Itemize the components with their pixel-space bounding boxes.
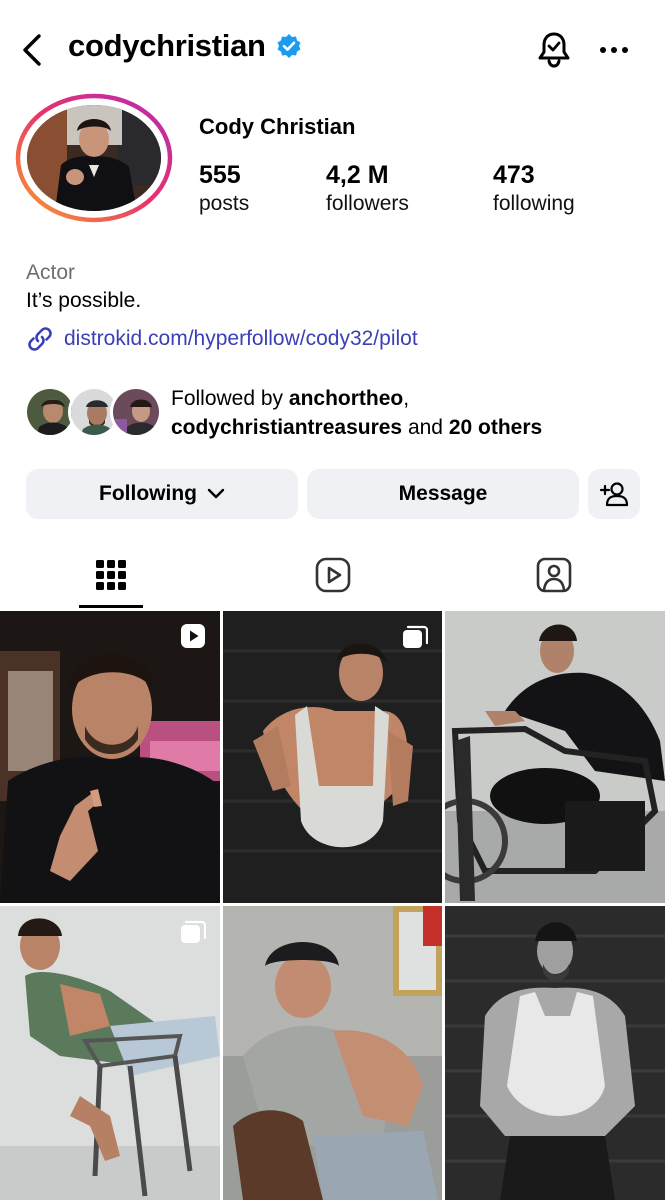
tab-posts-grid[interactable] <box>79 545 143 605</box>
active-tab-indicator <box>79 605 143 608</box>
notifications-button[interactable] <box>534 28 574 72</box>
posts-grid <box>0 611 665 1200</box>
following-button-label: Following <box>99 482 197 505</box>
posts-count: 555 <box>199 161 241 189</box>
profile-link[interactable]: distrokid.com/hyperfollow/cody32/pilot <box>26 325 418 353</box>
back-button[interactable] <box>16 30 48 70</box>
profile-avatar[interactable] <box>15 93 173 223</box>
carousel-icon <box>181 920 206 943</box>
mutual-others[interactable]: 20 others <box>449 416 542 439</box>
tagged-icon <box>536 557 572 593</box>
chevron-down-icon <box>207 488 225 499</box>
tab-reels[interactable] <box>301 545 365 605</box>
link-icon <box>28 327 52 351</box>
bell-icon <box>538 32 570 68</box>
posts-stat[interactable]: 555 posts <box>199 160 249 218</box>
post-image <box>445 611 665 903</box>
profile-category: Actor <box>26 261 76 284</box>
reel-icon <box>181 624 205 648</box>
verified-badge-icon <box>276 33 302 59</box>
mutual-user-1[interactable]: anchortheo <box>289 387 403 410</box>
chevron-left-icon <box>23 34 41 66</box>
tab-tagged[interactable] <box>522 545 586 605</box>
reels-icon <box>315 557 351 593</box>
message-button-label: Message <box>398 482 488 505</box>
mutual-user-2[interactable]: codychristiantreasures <box>171 416 402 439</box>
suggested-users-button[interactable] <box>588 469 640 519</box>
followers-count: 4,2 M <box>326 161 389 189</box>
grid-icon <box>96 560 126 590</box>
post-image <box>223 611 442 903</box>
more-horizontal-icon <box>600 47 628 53</box>
post-thumbnail[interactable] <box>445 611 665 903</box>
carousel-icon <box>403 625 428 648</box>
profile-tabs <box>0 545 665 610</box>
profile-bio: It’s possible. <box>26 289 142 312</box>
following-label: following <box>493 192 575 215</box>
message-button[interactable]: Message <box>307 469 579 519</box>
following-count: 473 <box>493 161 535 189</box>
following-stat[interactable]: 473 following <box>493 160 575 218</box>
profile-link-text[interactable]: distrokid.com/hyperfollow/cody32/pilot <box>64 327 418 351</box>
post-thumbnail[interactable] <box>445 906 665 1200</box>
post-thumbnail[interactable] <box>0 906 220 1200</box>
add-user-icon <box>599 482 629 507</box>
more-options-button[interactable] <box>596 34 632 66</box>
mutual-avatar <box>110 386 162 438</box>
post-image <box>223 906 442 1200</box>
posts-label: posts <box>199 192 250 215</box>
post-thumbnail[interactable] <box>0 611 220 903</box>
post-image <box>0 906 220 1200</box>
post-image <box>445 906 665 1200</box>
followers-stat[interactable]: 4,2 M followers <box>326 160 409 218</box>
profile-display-name: Cody Christian <box>199 114 356 139</box>
post-thumbnail[interactable] <box>223 611 442 903</box>
followers-label: followers <box>326 192 409 215</box>
avatar-image <box>27 105 161 211</box>
followed-by-row[interactable]: Followed by anchortheo, codychristiantre… <box>24 384 644 440</box>
post-thumbnail[interactable] <box>223 906 442 1200</box>
profile-username: codychristian <box>68 28 266 63</box>
post-image <box>0 611 220 903</box>
followed-by-text: Followed by anchortheo, codychristiantre… <box>171 387 543 439</box>
following-button[interactable]: Following <box>26 469 298 519</box>
profile-header: codychristian <box>0 0 665 100</box>
